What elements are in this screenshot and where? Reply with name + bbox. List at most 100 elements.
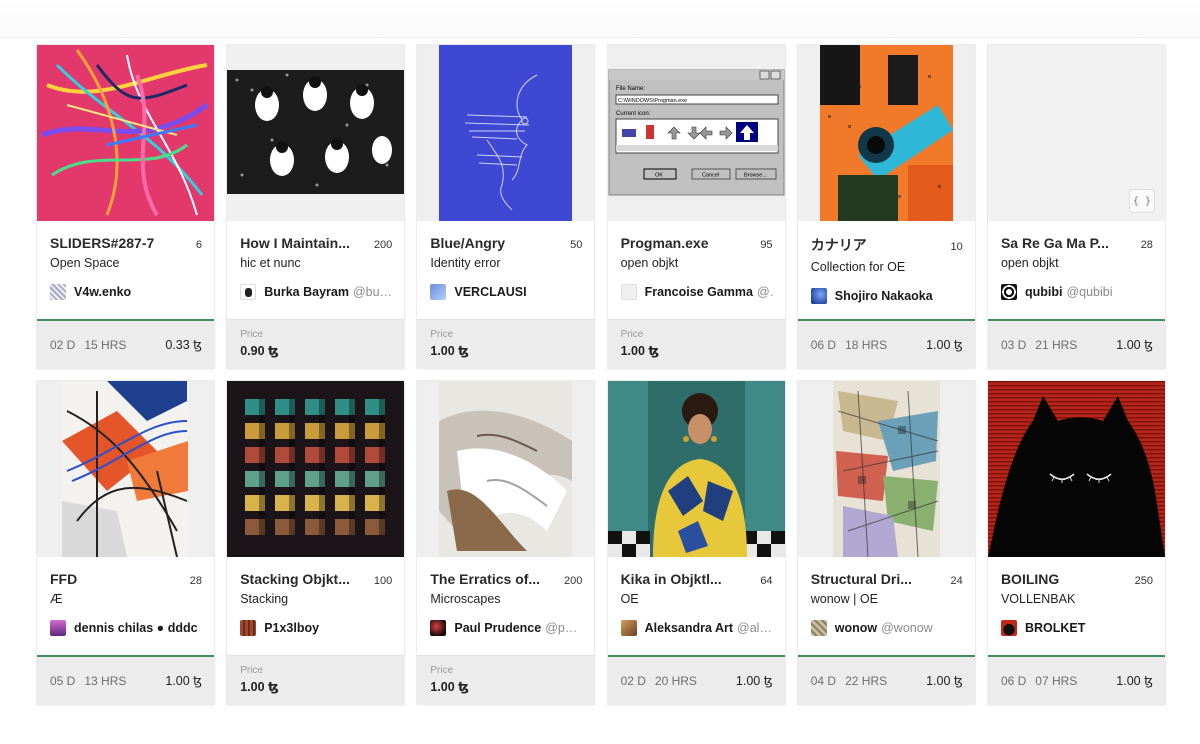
artwork-thumbnail[interactable] <box>227 45 405 221</box>
artist-name[interactable]: wonow <box>835 621 877 635</box>
auction-footer: 02 D 15 HRS 0.33 ꜩ <box>37 319 214 368</box>
objkt-title[interactable]: SLIDERS#287-7 <box>50 235 154 251</box>
price-label: Price <box>620 329 644 340</box>
artist-link[interactable]: VERCLAUSI <box>430 284 582 300</box>
price-value: 1.00 ꜩ <box>240 680 279 694</box>
collection-name[interactable]: Æ <box>50 592 202 606</box>
artist-handle[interactable]: @pau... <box>545 621 582 635</box>
collection-name[interactable]: OE <box>621 592 773 606</box>
auction-footer: 06 D 07 HRS 1.00 ꜩ <box>987 655 1165 704</box>
objkt-card[interactable]: Structural Dri... 24 wonow | OE wonow @w… <box>797 381 975 704</box>
artwork-thumbnail[interactable] <box>987 381 1165 557</box>
collection-name[interactable]: VOLLENBAK <box>1001 592 1153 606</box>
price-footer: Price 0.90 ꜩ <box>227 319 405 368</box>
view-code-button[interactable]: { } <box>1128 189 1155 213</box>
objkt-title[interactable]: Kika in Objktl... <box>621 571 722 587</box>
objkt-title[interactable]: BOILING <box>1001 571 1059 587</box>
artist-link[interactable]: Francoise Gamma @... <box>620 284 773 300</box>
artist-name[interactable]: Paul Prudence <box>454 621 541 635</box>
structural-collage-artwork <box>797 381 975 557</box>
stacked-cubes-artwork <box>227 381 405 557</box>
artwork-thumbnail[interactable] <box>797 45 975 221</box>
objkt-title[interactable]: Progman.exe <box>621 235 709 251</box>
avatar <box>430 620 447 636</box>
artist-link[interactable]: Shojiro Nakaoka <box>810 288 963 304</box>
artist-name[interactable]: Burka Bayram <box>264 285 349 299</box>
objkt-card[interactable]: SLIDERS#287-7 6 Open Space V4w.enko 02 D… <box>37 45 214 368</box>
portrait-photo-artwork <box>607 381 785 557</box>
artist-name[interactable]: VERCLAUSI <box>454 285 526 299</box>
artist-name[interactable]: V4w.enko <box>74 285 131 299</box>
artist-link[interactable]: dennis chilas ● dddc <box>50 620 202 636</box>
top-bar <box>0 0 1200 38</box>
objkt-title[interactable]: Blue/Angry <box>430 235 505 251</box>
artist-link[interactable]: wonow @wonow <box>810 620 963 636</box>
objkt-card[interactable]: { } Sa Re Ga Ma P... 28 open objkt qubib… <box>987 45 1165 368</box>
objkt-title[interactable]: Stacking Objkt... <box>240 571 350 587</box>
objkt-title[interactable]: The Erratics of... <box>430 571 540 587</box>
artist-link[interactable]: qubibi @qubibi <box>1000 284 1153 300</box>
objkt-title[interactable]: Sa Re Ga Ma P... <box>1001 235 1109 251</box>
artist-handle[interactable]: @qubibi <box>1066 285 1112 299</box>
objkt-card[interactable]: The Erratics of... 200 Microscapes Paul … <box>417 381 595 704</box>
objkt-card[interactable]: カナリア 10 Collection for OE Shojiro Nakaok… <box>797 45 975 368</box>
collection-name[interactable]: open objkt <box>621 256 773 270</box>
artist-handle[interactable]: @wonow <box>881 621 933 635</box>
artist-name[interactable]: qubibi <box>1025 285 1063 299</box>
artwork-thumbnail[interactable] <box>607 381 785 557</box>
objkt-card[interactable]: FFD 28 Æ dennis chilas ● dddc 05 D 13 HRS… <box>37 381 214 704</box>
artwork-thumbnail[interactable]: { } <box>987 45 1165 221</box>
objkt-card[interactable]: How I Maintain... 200 hic et nunc Burka … <box>227 45 405 368</box>
artwork-thumbnail[interactable] <box>227 381 405 557</box>
objkt-card[interactable]: Stacking Objkt... 100 Stacking P1x3lboy … <box>227 381 405 704</box>
windows-dialog-artwork: File Name: C:\WINDOWS\Progman.exe Curren… <box>607 45 785 221</box>
objkt-title[interactable]: How I Maintain... <box>240 235 350 251</box>
objkt-title[interactable]: FFD <box>50 571 77 587</box>
artist-handle[interactable]: @aleks <box>737 621 773 635</box>
objkt-card[interactable]: BOILING 250 VOLLENBAK BROLKET 06 D 07 HRS… <box>987 381 1165 704</box>
objkt-card[interactable]: Blue/Angry 50 Identity error VERCLAUSI P… <box>417 45 595 368</box>
artist-link[interactable]: Paul Prudence @pau... <box>430 620 582 636</box>
artist-handle[interactable]: @bur... <box>353 285 392 299</box>
collection-name[interactable]: Microscapes <box>430 592 582 606</box>
objkt-title[interactable]: Structural Dri... <box>811 571 912 587</box>
collection-name[interactable]: Open Space <box>50 256 202 270</box>
collection-name[interactable]: Stacking <box>240 592 392 606</box>
collection-name[interactable]: wonow | OE <box>811 592 963 606</box>
price-label: Price <box>430 329 454 340</box>
artist-link[interactable]: BROLKET <box>1000 620 1153 636</box>
edition-count: 250 <box>1134 575 1153 587</box>
collection-name[interactable]: open objkt <box>1001 256 1153 270</box>
sliders-artwork <box>37 45 214 221</box>
artwork-thumbnail[interactable]: File Name: C:\WINDOWS\Progman.exe Curren… <box>607 45 785 221</box>
avatar <box>620 284 637 300</box>
collection-name[interactable]: Collection for OE <box>811 260 963 274</box>
artist-name[interactable]: BROLKET <box>1025 621 1085 635</box>
microscape-landscape-artwork <box>417 381 595 557</box>
blue-face-sketch-artwork <box>417 45 595 221</box>
artwork-thumbnail[interactable] <box>37 381 214 557</box>
objkt-card[interactable]: File Name: C:\WINDOWS\Progman.exe Curren… <box>607 45 785 368</box>
collection-name[interactable]: Identity error <box>430 256 582 270</box>
edition-count: 50 <box>570 239 583 251</box>
artist-link[interactable]: V4w.enko <box>50 284 202 300</box>
avatar <box>50 284 66 300</box>
collection-name[interactable]: hic et nunc <box>240 256 392 270</box>
artwork-thumbnail[interactable] <box>417 45 595 221</box>
avatar <box>430 284 447 300</box>
artist-name[interactable]: Shojiro Nakaoka <box>835 289 933 303</box>
artist-name[interactable]: P1x3lboy <box>264 621 319 635</box>
objkt-card[interactable]: Kika in Objktl... 64 OE Aleksandra Art @… <box>607 381 785 704</box>
artist-link[interactable]: Burka Bayram @bur... <box>240 284 392 300</box>
artwork-thumbnail[interactable] <box>797 381 975 557</box>
artist-link[interactable]: P1x3lboy <box>240 620 392 636</box>
artist-handle[interactable]: @... <box>757 285 773 299</box>
objkt-title[interactable]: カナリア <box>811 235 867 255</box>
artist-name[interactable]: Francoise Gamma <box>645 285 753 299</box>
price-label: Price <box>240 665 263 676</box>
artist-name[interactable]: dennis chilas ● dddc <box>74 621 198 635</box>
artist-name[interactable]: Aleksandra Art <box>645 621 733 635</box>
artist-link[interactable]: Aleksandra Art @aleks <box>620 620 773 636</box>
artwork-thumbnail[interactable] <box>417 381 595 557</box>
artwork-thumbnail[interactable] <box>37 45 214 221</box>
